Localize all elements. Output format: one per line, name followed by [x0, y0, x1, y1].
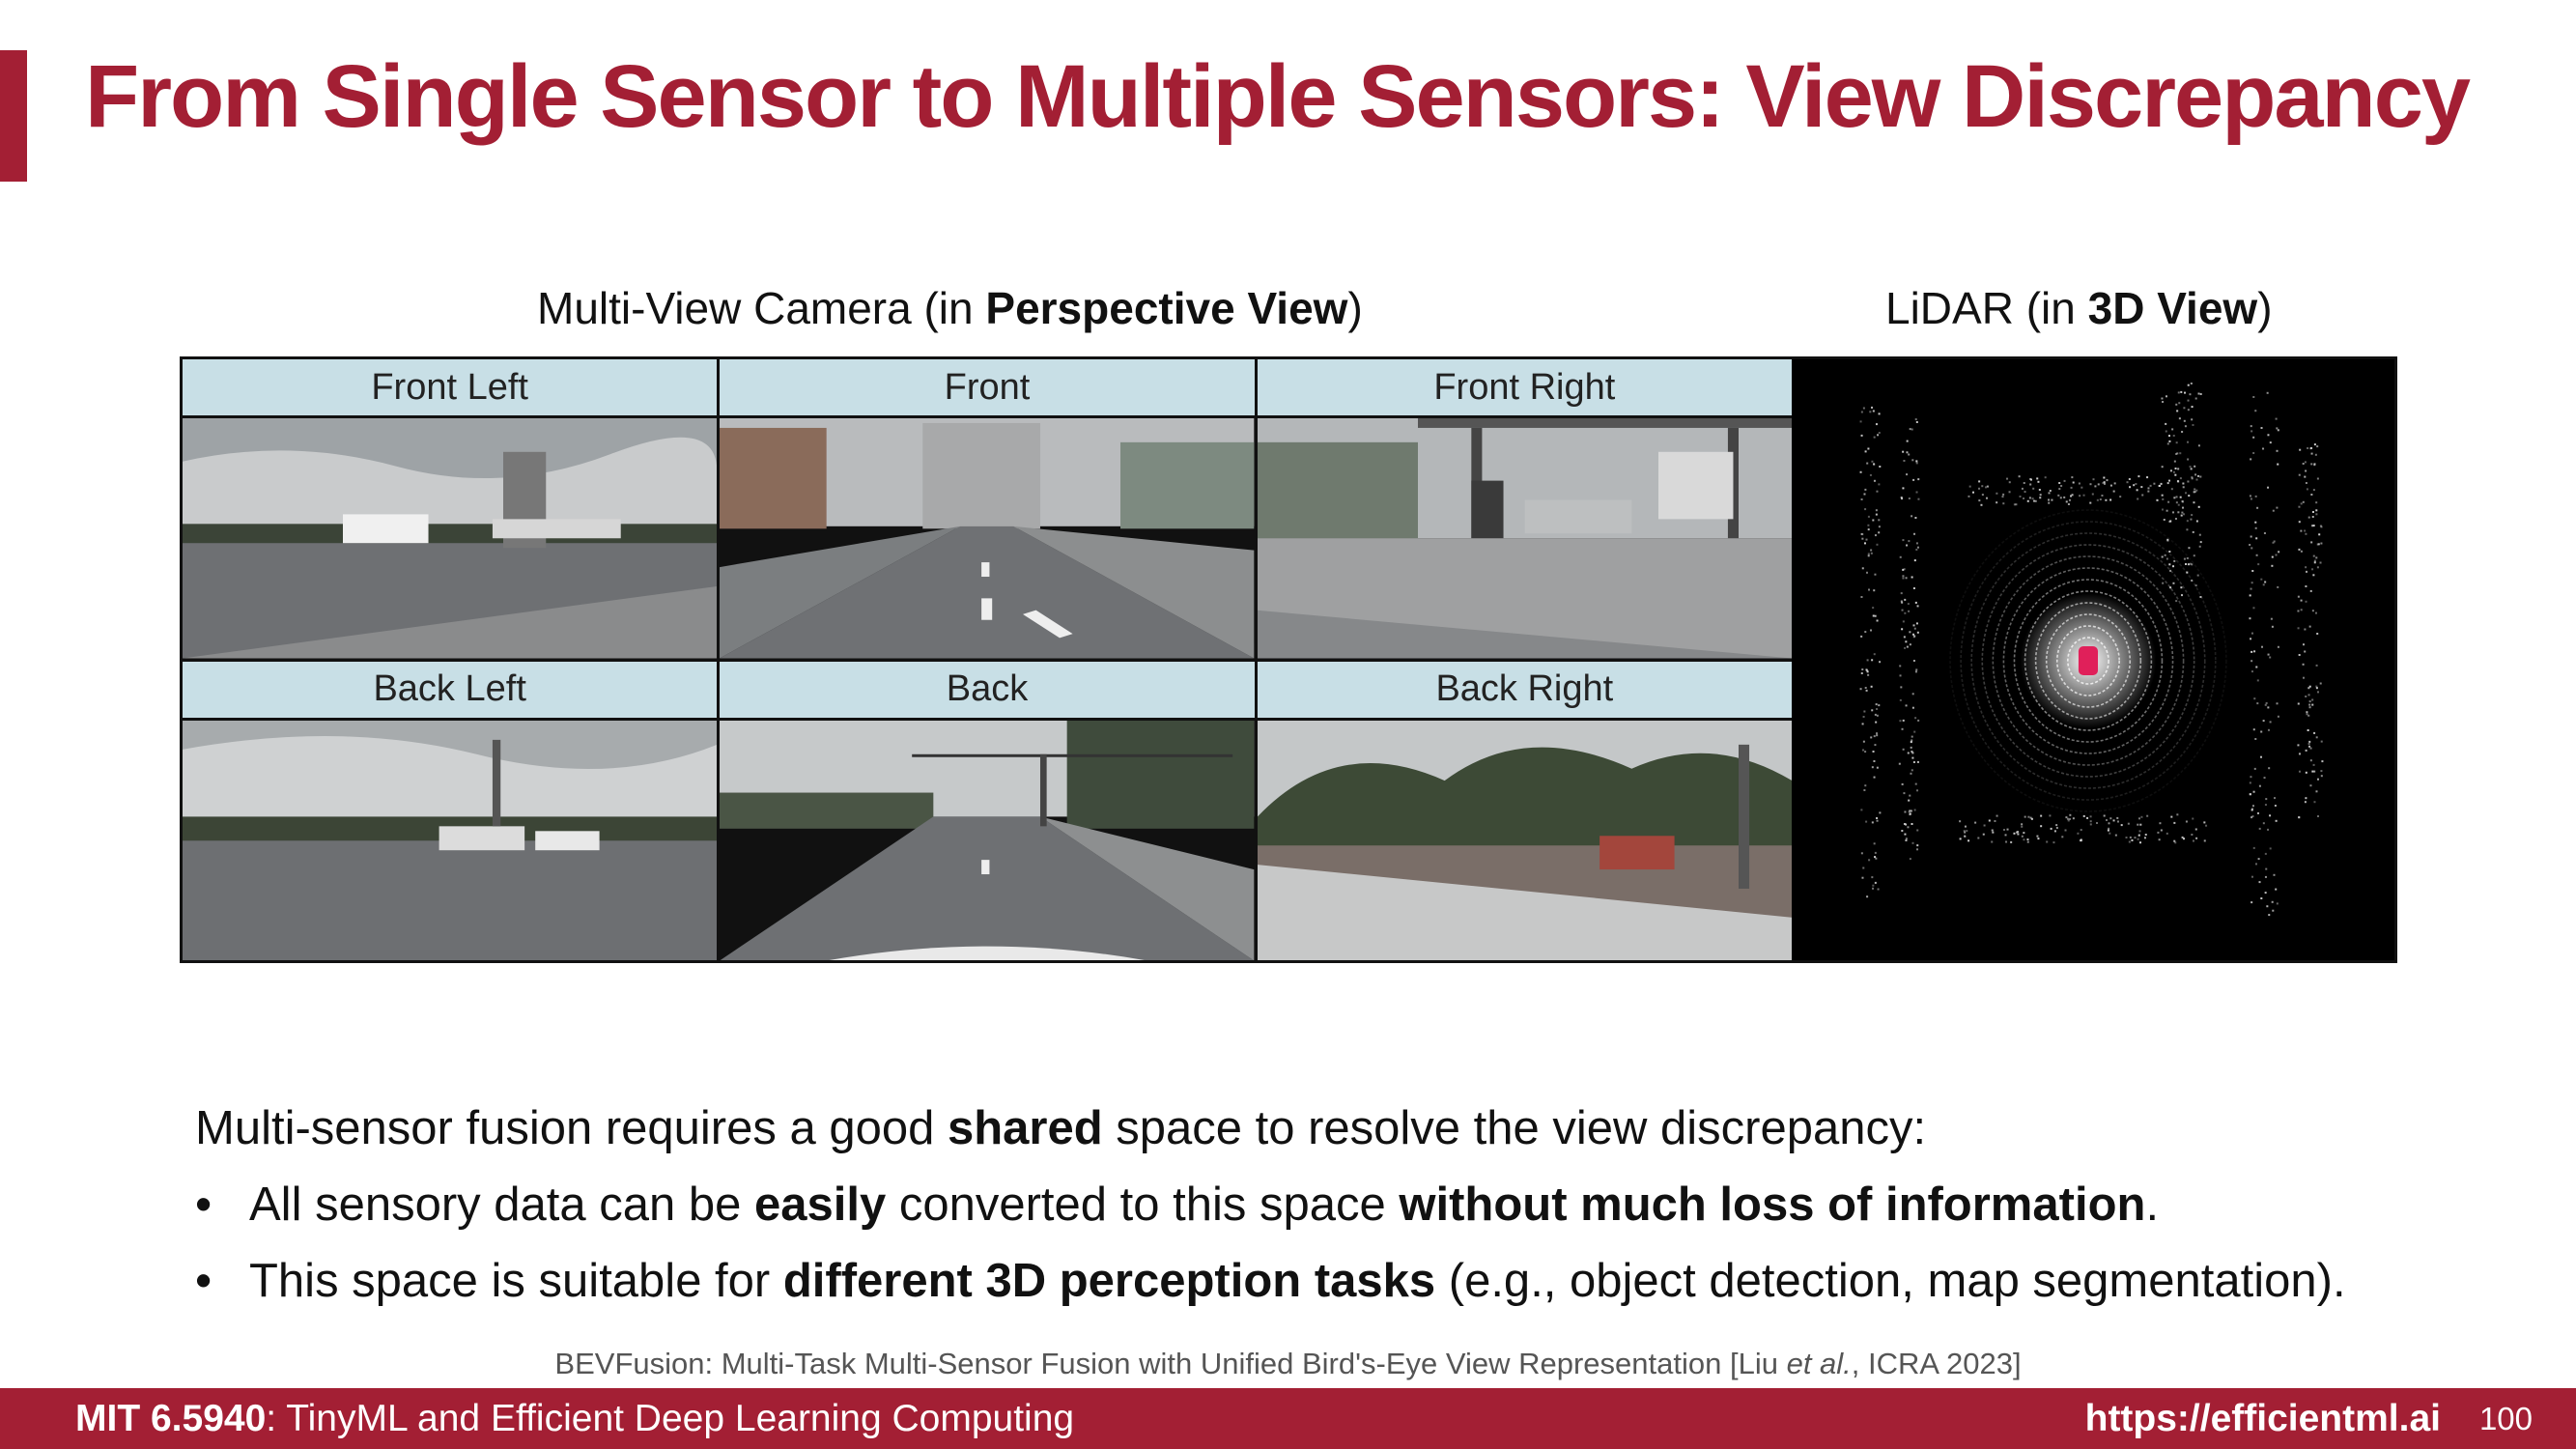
intro-bold: shared — [947, 1102, 1103, 1154]
citation: BEVFusion: Multi-Task Multi-Sensor Fusio… — [0, 1347, 2576, 1381]
camera-view-front-left: Front Left — [183, 359, 718, 659]
title-accent-bar — [0, 50, 27, 182]
bullet-bold: different 3D perception tasks — [782, 1255, 1436, 1307]
bullet-bold: without much loss of information — [1399, 1179, 2146, 1231]
slide-title: From Single Sensor to Multiple Sensors: … — [85, 47, 2471, 146]
camera-section-label: Multi-View Camera (in Perspective View) — [537, 282, 1363, 334]
intro-text-suffix: space to resolve the view discrepancy: — [1102, 1102, 1927, 1154]
bullet-text: This space is suitable for — [249, 1255, 783, 1307]
bullet-marker: • — [195, 1179, 212, 1231]
page-number: 100 — [2478, 1400, 2533, 1436]
bullet-text: . — [2145, 1179, 2160, 1231]
bullet-text: converted to this space — [886, 1179, 1400, 1231]
bullet-item: • This space is suitable for different 3D… — [195, 1254, 2346, 1330]
bullet-marker: • — [195, 1255, 212, 1307]
lidar-label-bold: 3D View — [2087, 283, 2258, 333]
bullet-item: • All sensory data can be easily converte… — [195, 1178, 2346, 1254]
body-text: Multi-sensor fusion requires a good shar… — [195, 1101, 2346, 1330]
camera-image-front — [720, 418, 1255, 659]
camera-label-prefix: Multi-View Camera (in — [537, 283, 986, 333]
course-name: : TinyML and Efficient Deep Learning Com… — [266, 1397, 1075, 1439]
camera-view-label: Front Right — [1257, 359, 1792, 418]
intro-text: Multi-sensor fusion requires a good — [195, 1102, 948, 1154]
camera-view-back-left: Back Left — [183, 661, 718, 960]
citation-italic: et al. — [1786, 1347, 1852, 1380]
camera-image-back-left — [183, 720, 718, 960]
course-url-link[interactable]: https://efficientml.ai — [2085, 1398, 2441, 1440]
course-code: MIT 6.5940 — [75, 1397, 267, 1439]
bullet-text: All sensory data can be — [249, 1179, 754, 1231]
camera-label-bold: Perspective View — [985, 283, 1348, 333]
bullet-bold: easily — [753, 1179, 887, 1231]
sensor-figure: Front Left Front Front Right Back Left B… — [180, 356, 2397, 963]
camera-view-back-right: Back Right — [1257, 661, 1792, 960]
camera-image-back-right — [1257, 720, 1792, 960]
camera-image-front-left — [183, 418, 718, 659]
camera-view-label: Back Left — [183, 661, 718, 721]
camera-view-label: Front Left — [183, 359, 718, 418]
citation-suffix: , ICRA 2023] — [1851, 1347, 2022, 1380]
ego-vehicle-marker — [2078, 646, 2099, 675]
camera-view-label: Back Right — [1257, 661, 1792, 721]
intro-line: Multi-sensor fusion requires a good shar… — [195, 1101, 2346, 1178]
camera-view-front-right: Front Right — [1257, 359, 1792, 659]
lidar-label-suffix: ) — [2257, 283, 2273, 333]
camera-image-front-right — [1257, 418, 1792, 659]
camera-view-label: Front — [720, 359, 1255, 418]
footer-course: MIT 6.5940: TinyML and Efficient Deep Le… — [75, 1398, 1074, 1440]
footer-bar: MIT 6.5940: TinyML and Efficient Deep Le… — [0, 1388, 2576, 1449]
camera-grid: Front Left Front Front Right Back Left B… — [183, 359, 1792, 960]
lidar-bev-view — [1792, 359, 2394, 960]
citation-text: BEVFusion: Multi-Task Multi-Sensor Fusio… — [554, 1347, 1787, 1380]
bullet-text: (e.g., object detection, map segmentatio… — [1435, 1255, 2346, 1307]
lidar-label-prefix: LiDAR (in — [1885, 283, 2088, 333]
camera-view-label: Back — [720, 661, 1255, 721]
camera-image-back — [720, 720, 1255, 960]
camera-label-suffix: ) — [1347, 283, 1363, 333]
camera-view-front: Front — [720, 359, 1255, 659]
lidar-section-label: LiDAR (in 3D View) — [1885, 282, 2273, 334]
camera-view-back: Back — [720, 661, 1255, 960]
